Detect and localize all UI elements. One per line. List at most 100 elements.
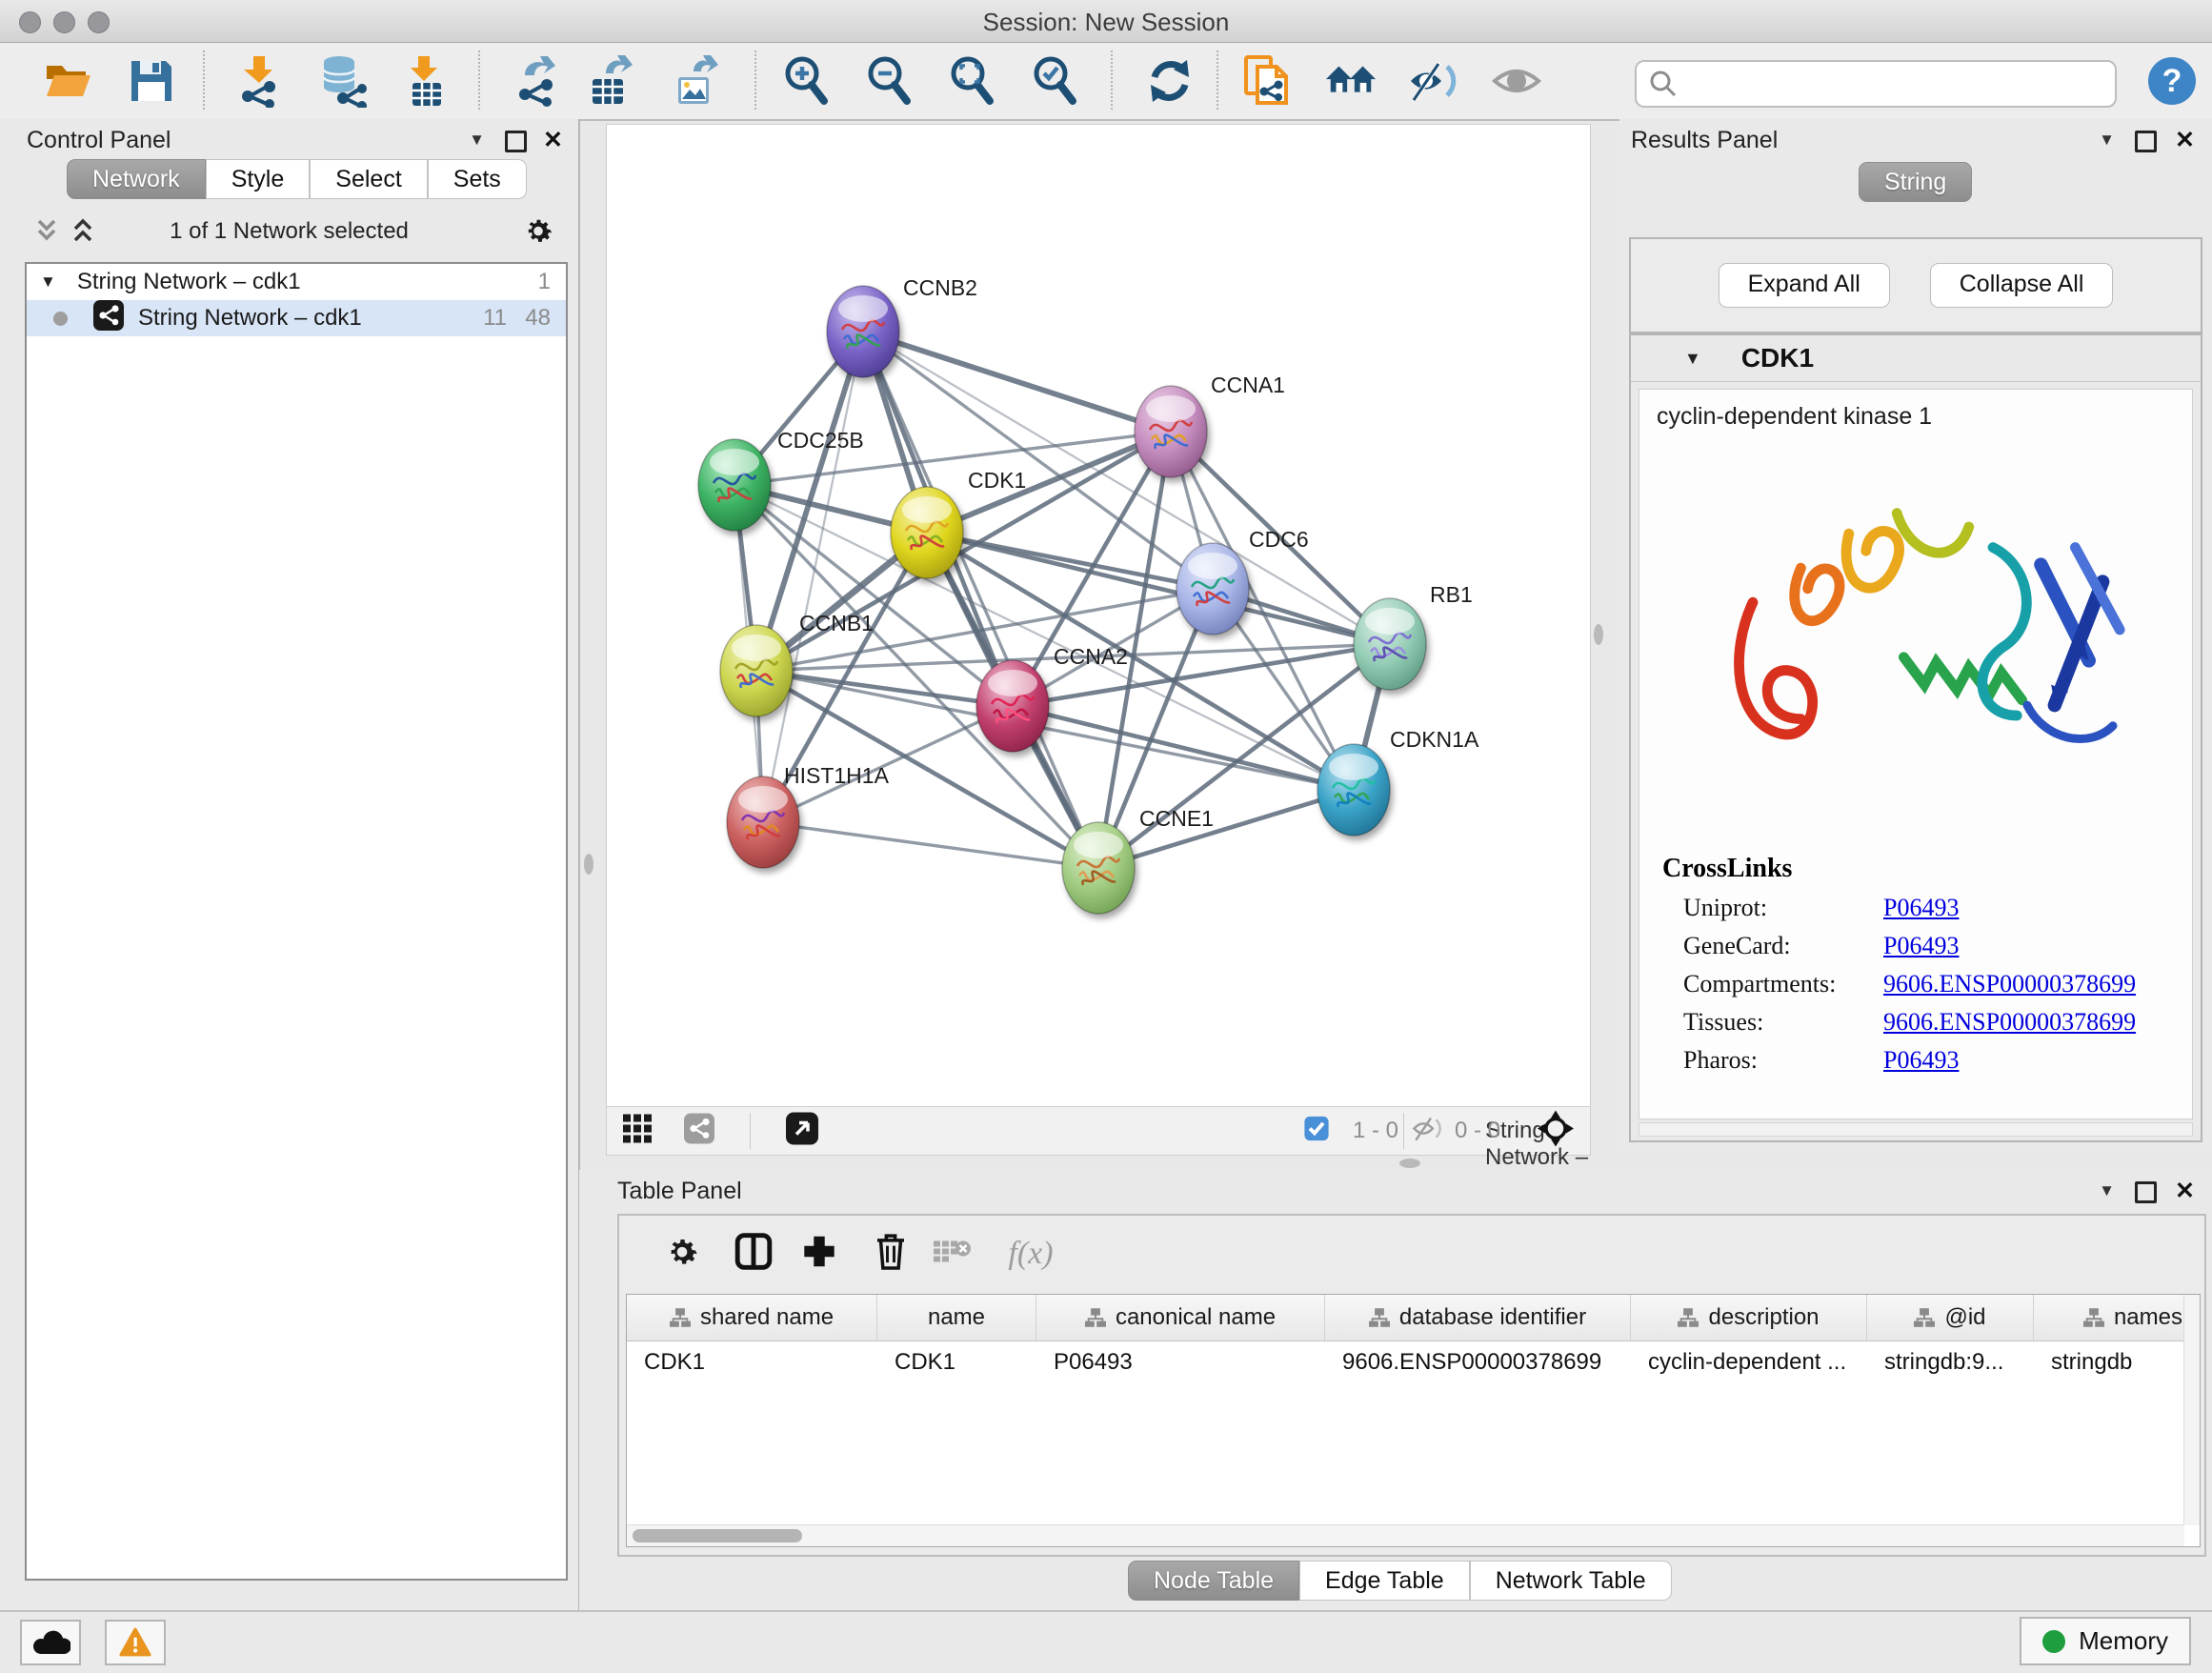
cell-id[interactable]: stringdb:9... (1867, 1341, 2034, 1383)
column-header[interactable]: name (877, 1295, 1036, 1340)
float-panel-icon[interactable] (505, 131, 527, 152)
cell-name[interactable]: CDK1 (877, 1341, 1036, 1383)
save-session-button[interactable] (125, 54, 178, 108)
cell-shared-name[interactable]: CDK1 (627, 1341, 877, 1383)
import-network-database-button[interactable] (315, 54, 369, 108)
tree-expand-icon[interactable]: ▼ (40, 272, 56, 292)
select-columns-icon[interactable] (734, 1232, 774, 1277)
export-network-button[interactable] (510, 54, 563, 108)
add-column-icon[interactable] (800, 1233, 838, 1276)
tab-sets[interactable]: Sets (428, 159, 527, 199)
selected-checkbox-icon[interactable] (1303, 1116, 1330, 1147)
warning-button[interactable] (105, 1620, 166, 1665)
zoom-selected-button[interactable] (1028, 54, 1081, 108)
import-table-button[interactable] (398, 54, 452, 108)
close-panel-icon[interactable]: ✕ (543, 126, 563, 154)
entry-expand-icon[interactable]: ▼ (1684, 349, 1701, 369)
tab-style[interactable]: Style (206, 159, 311, 199)
network-collection-row[interactable]: ▼ String Network – cdk1 1 (27, 264, 566, 300)
network-row-selected[interactable]: String Network – cdk1 11 48 (27, 300, 566, 336)
collapse-panel-icon[interactable]: ▼ (2099, 131, 2115, 150)
tab-network[interactable]: Network (67, 159, 206, 199)
zoom-in-button[interactable] (779, 54, 833, 108)
column-header[interactable]: @id (1867, 1295, 2034, 1340)
column-header[interactable]: description (1631, 1295, 1867, 1340)
cell-database-identifier[interactable]: 9606.ENSP00000378699 (1325, 1341, 1631, 1383)
zoom-fit-button[interactable] (945, 54, 998, 108)
crosslink-genecard[interactable]: P06493 (1883, 932, 1959, 960)
gear-icon[interactable] (521, 213, 555, 252)
float-panel-icon[interactable] (2135, 1181, 2157, 1203)
cell-canonical-name[interactable]: P06493 (1036, 1341, 1325, 1383)
table-gear-icon[interactable] (663, 1233, 701, 1276)
network-birdseye-icon[interactable] (683, 1113, 715, 1150)
network-edge[interactable] (863, 332, 1390, 644)
tab-string[interactable]: String (1859, 162, 1972, 202)
home-views-button[interactable] (1324, 54, 1377, 108)
collapse-all-button[interactable]: Collapse All (1930, 263, 2114, 308)
protein-node[interactable] (1062, 822, 1135, 914)
table-horizontal-scrollbar[interactable] (627, 1524, 2184, 1546)
delete-column-icon[interactable] (873, 1232, 909, 1277)
scrollbar-thumb[interactable] (633, 1529, 802, 1542)
protein-node[interactable] (1176, 543, 1249, 635)
column-header[interactable]: shared name (627, 1295, 877, 1340)
protein-node[interactable] (976, 660, 1049, 752)
table-row[interactable]: CDK1 CDK1 P06493 9606.ENSP00000378699 cy… (627, 1341, 2200, 1383)
tab-node-table[interactable]: Node Table (1128, 1561, 1299, 1601)
crosshair-icon[interactable] (1538, 1111, 1574, 1152)
table-vertical-scrollbar[interactable] (2183, 1295, 2200, 1525)
tab-select[interactable]: Select (310, 159, 427, 199)
database-icon (316, 54, 368, 108)
export-table-button[interactable] (583, 54, 636, 108)
import-network-file-button[interactable] (232, 54, 286, 108)
float-panel-icon[interactable] (2135, 131, 2157, 152)
network-edge[interactable] (1098, 790, 1354, 868)
collapse-panel-icon[interactable]: ▼ (469, 131, 485, 150)
protein-node[interactable] (1135, 386, 1207, 477)
tab-network-table[interactable]: Network Table (1470, 1561, 1672, 1601)
cell-namespace[interactable]: stringdb (2034, 1341, 2201, 1383)
crosslink-compartments[interactable]: 9606.ENSP00000378699 (1883, 970, 2136, 998)
left-splitter-grip[interactable] (584, 854, 593, 875)
network-canvas[interactable]: CCNB2CCNA1CDC25BCDK1CDC6RB1CCNB1CCNA2CDK… (606, 124, 1591, 1107)
column-header[interactable]: canonical name (1036, 1295, 1325, 1340)
open-session-button[interactable] (42, 54, 95, 108)
horizontal-splitter-grip[interactable] (1399, 1159, 1420, 1168)
crosslink-uniprot[interactable]: P06493 (1883, 894, 1959, 922)
protein-node[interactable] (698, 439, 771, 531)
protein-node[interactable] (727, 776, 799, 868)
crosslink-tissues[interactable]: 9606.ENSP00000378699 (1883, 1008, 2136, 1037)
crosslink-pharos[interactable]: P06493 (1883, 1046, 1959, 1075)
close-panel-icon[interactable]: ✕ (2175, 126, 2195, 154)
collapse-panel-icon[interactable]: ▼ (2099, 1181, 2115, 1200)
apply-layout-button[interactable] (1143, 54, 1196, 108)
expand-all-button[interactable]: Expand All (1719, 263, 1890, 308)
zoom-out-button[interactable] (862, 54, 915, 108)
toggle-visibility-button[interactable] (1407, 54, 1460, 108)
protein-node[interactable] (891, 487, 963, 578)
tab-edge-table[interactable]: Edge Table (1299, 1561, 1470, 1601)
export-image-button[interactable] (669, 54, 722, 108)
close-panel-icon[interactable]: ✕ (2175, 1177, 2195, 1205)
network-edge[interactable] (863, 332, 1171, 432)
protein-node[interactable] (720, 625, 793, 716)
gene-entry-header[interactable]: ▼ CDK1 (1631, 335, 2201, 382)
cloud-button[interactable] (20, 1620, 81, 1665)
memory-button[interactable]: Memory (2020, 1617, 2191, 1665)
network-edge[interactable] (863, 332, 1098, 868)
open-in-window-icon[interactable] (785, 1112, 819, 1151)
network-edge[interactable] (763, 822, 1098, 868)
protein-node[interactable] (1317, 744, 1390, 836)
clone-network-button[interactable] (1241, 54, 1295, 108)
help-button[interactable]: ? (2145, 54, 2199, 108)
column-header[interactable]: database identifier (1325, 1295, 1631, 1340)
results-scrollbar[interactable] (1639, 1122, 2193, 1137)
protein-node[interactable] (827, 286, 899, 377)
search-input[interactable] (1686, 66, 2100, 98)
grid-view-icon[interactable] (623, 1115, 652, 1148)
right-splitter-grip[interactable] (1594, 624, 1603, 645)
cell-description[interactable]: cyclin-dependent ... (1631, 1341, 1867, 1383)
protein-node[interactable] (1354, 598, 1426, 690)
column-header[interactable]: namespace (2034, 1295, 2201, 1340)
